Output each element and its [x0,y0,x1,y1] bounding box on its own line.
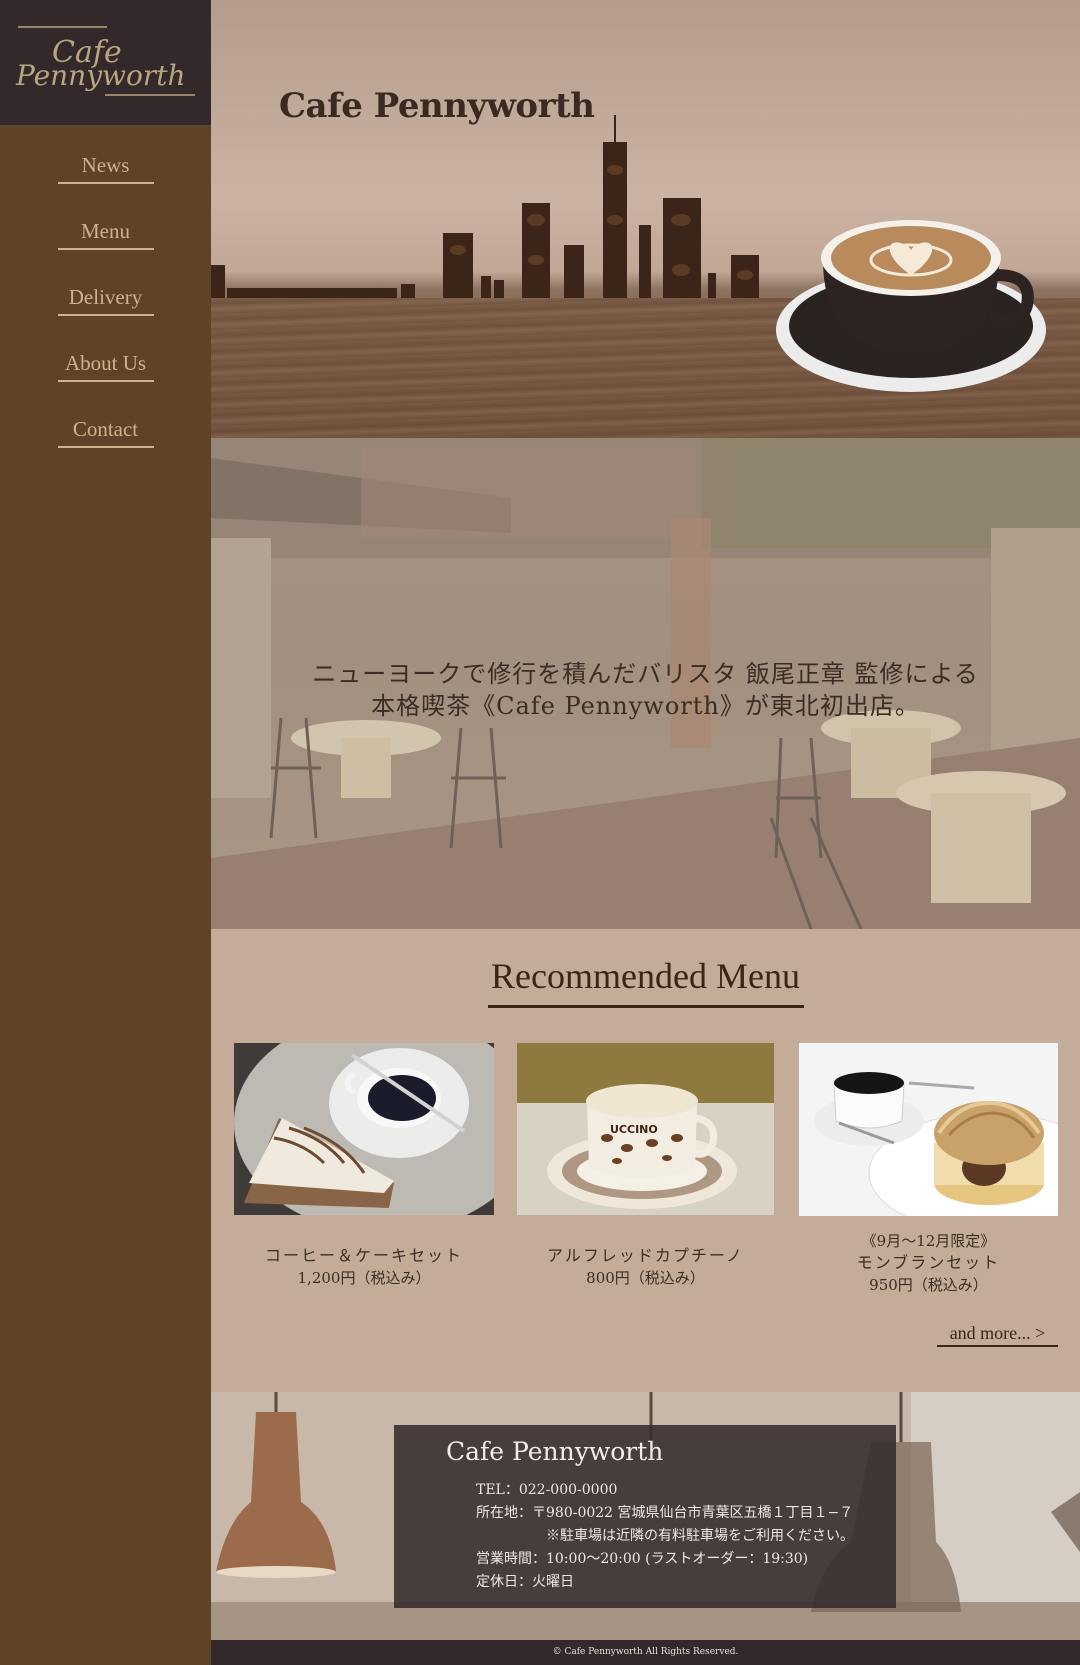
intro-line-2: 本格喫茶《Cafe Pennyworth》が東北初出店。 [371,692,920,720]
menu-card-mont-blanc[interactable]: 《9月～12月限定》 モンブランセット 950円（税込み） [799,1043,1058,1296]
recommended-menu-title: Recommended Menu [491,956,800,996]
recommended-menu-section: Recommended Menu コーヒー＆ケーキセット 1,200円（税込み）… [211,929,1080,1392]
copyright-bar: © Cafe Pennyworth All Rights Reserved. [211,1640,1080,1665]
store-name: Cafe Pennyworth [446,1437,664,1466]
logo-graphic: Cafe Pennyworth [15,26,195,96]
hero-brand-title: Cafe Pennyworth [279,86,595,126]
cappuccino-photo: UCCINO [517,1043,774,1215]
logo-line-pennyworth: Pennyworth [15,59,186,92]
menu-item-price: 950円（税込み） [869,1276,988,1294]
sidebar: Cafe Pennyworth News Menu Delivery About… [0,0,211,1665]
mont-blanc-photo [799,1043,1058,1216]
main-content: Cafe Pennyworth ニューヨークで修行を積んだバリスタ 飯尾正章 監… [211,0,1080,1665]
menu-item-name: アルフレッドカプチーノ [547,1246,744,1265]
store-info-section: Cafe Pennyworth TEL：022-000-0000 所在地：〒98… [211,1392,1080,1640]
menu-item-name: モンブランセット [856,1253,1001,1272]
parking-note: ※駐車場は近隣の有料駐車場をご利用ください。 [546,1528,854,1544]
menu-item-name: コーヒー＆ケーキセット [264,1246,463,1265]
mont-blanc-text: 《9月～12月限定》 モンブランセット 950円（税込み） [799,1230,1058,1296]
intro-section: ニューヨークで修行を積んだバリスタ 飯尾正章 監修による 本格喫茶《Cafe P… [211,438,1080,929]
intro-message: ニューヨークで修行を積んだバリスタ 飯尾正章 監修による 本格喫茶《Cafe P… [211,658,1080,722]
and-more-link[interactable]: and more... > [937,1323,1058,1347]
coffee-bean-skyline-image [211,115,759,298]
menu-item-price: 800円（税込み） [586,1269,705,1287]
nav-about-us[interactable]: About Us [57,348,154,382]
coffee-cake-photo [234,1043,494,1215]
menu-card-cappuccino[interactable]: UCCINO アルフレッドカプチーノ 800円（税込み） [517,1043,774,1289]
title-underline [488,1005,804,1008]
intro-line-1: ニューヨークで修行を積んだバリスタ 飯尾正章 監修による [312,660,979,688]
menu-item-price: 1,200円（税込み） [297,1269,431,1287]
menu-item-note: 《9月～12月限定》 [861,1232,996,1250]
site-logo[interactable]: Cafe Pennyworth [0,0,211,125]
hero-banner: Cafe Pennyworth [211,0,1080,438]
latte-cup-image [776,220,1046,392]
nav-delivery[interactable]: Delivery [57,282,154,316]
nav-menu[interactable]: Menu [57,216,154,250]
store-address: 所在地：〒980-0022 宮城県仙台市青葉区五橋１丁目１−７ [476,1505,854,1521]
svg-text:UCCINO: UCCINO [610,1123,658,1136]
store-tel: TEL：022-000-0000 [476,1482,618,1498]
nav-news[interactable]: News [57,150,154,184]
nav-contact[interactable]: Contact [57,414,154,448]
menu-card-coffee-cake[interactable]: コーヒー＆ケーキセット 1,200円（税込み） [234,1043,494,1289]
store-info-box: Cafe Pennyworth TEL：022-000-0000 所在地：〒98… [394,1425,896,1608]
cappuccino-text: アルフレッドカプチーノ 800円（税込み） [517,1245,774,1289]
store-details: TEL：022-000-0000 所在地：〒980-0022 宮城県仙台市青葉区… [476,1479,854,1594]
coffee-cake-text: コーヒー＆ケーキセット 1,200円（税込み） [234,1245,494,1289]
store-closed-day: 定休日：火曜日 [476,1574,574,1590]
main-nav: News Menu Delivery About Us Contact [0,150,211,480]
store-hours: 営業時間：10:00〜20:00 (ラストオーダー：19:30) [476,1551,809,1567]
